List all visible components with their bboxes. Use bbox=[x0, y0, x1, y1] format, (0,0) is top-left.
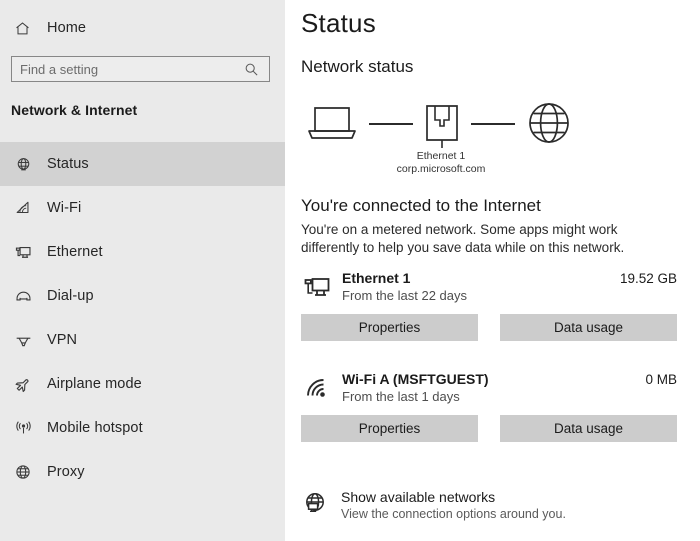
sidebar-item-airplane-mode[interactable]: Airplane mode bbox=[0, 362, 285, 406]
globe-icon bbox=[530, 104, 568, 142]
proxy-globe-icon bbox=[12, 461, 34, 483]
adapter-name: Ethernet 1 bbox=[342, 270, 620, 287]
ethernet-monitor-icon bbox=[301, 272, 333, 304]
laptop-icon bbox=[309, 108, 355, 138]
sidebar-item-wifi-label: Wi-Fi bbox=[47, 200, 81, 216]
sidebar-item-ethernet[interactable]: Ethernet bbox=[0, 230, 285, 274]
sidebar-item-home[interactable]: Home bbox=[0, 12, 285, 44]
ethernet-icon bbox=[12, 241, 34, 263]
adapter-text: Wi-Fi A (MSFTGUEST) From the last 1 days bbox=[342, 371, 645, 405]
properties-button[interactable]: Properties bbox=[301, 314, 478, 341]
network-status-heading: Network status bbox=[301, 57, 413, 77]
sidebar-item-vpn[interactable]: VPN bbox=[0, 318, 285, 362]
diagram-caption: Ethernet 1 corp.microsoft.com bbox=[301, 150, 581, 176]
page-title: Status bbox=[301, 8, 376, 39]
status-globe-icon bbox=[12, 153, 34, 175]
properties-button[interactable]: Properties bbox=[301, 415, 478, 442]
connection-heading: You're connected to the Internet bbox=[301, 196, 541, 216]
adapter-subtitle: From the last 22 days bbox=[342, 287, 620, 304]
network-diagram: Ethernet 1 corp.microsoft.com bbox=[301, 100, 581, 180]
sidebar-item-wifi[interactable]: Wi-Fi bbox=[0, 186, 285, 230]
connection-description: You're on a metered network. Some apps m… bbox=[301, 221, 671, 256]
show-networks-subtitle: View the connection options around you. bbox=[341, 506, 566, 523]
sidebar-item-proxy[interactable]: Proxy bbox=[0, 450, 285, 494]
sidebar-nav: Status Wi-Fi bbox=[0, 142, 285, 494]
data-usage-button[interactable]: Data usage bbox=[500, 314, 677, 341]
search-box[interactable] bbox=[11, 56, 270, 82]
search-icon[interactable] bbox=[239, 62, 269, 77]
sidebar-section-title: Network & Internet bbox=[11, 102, 137, 118]
show-networks-text: Show available networks View the connect… bbox=[341, 488, 566, 523]
adapter-usage-value: 0 MB bbox=[645, 371, 677, 387]
sidebar-item-dialup[interactable]: Dial-up bbox=[0, 274, 285, 318]
search-input[interactable] bbox=[12, 57, 239, 81]
sidebar-item-home-label: Home bbox=[47, 20, 86, 36]
adapter-header: Wi-Fi A (MSFTGUEST) From the last 1 days… bbox=[301, 371, 677, 411]
network-globe-icon bbox=[301, 489, 329, 517]
vpn-icon bbox=[12, 329, 34, 351]
adapter-subtitle: From the last 1 days bbox=[342, 388, 645, 405]
sidebar-item-status[interactable]: Status bbox=[0, 142, 285, 186]
diagram-domain: corp.microsoft.com bbox=[301, 163, 581, 176]
ethernet-port-icon bbox=[427, 106, 457, 148]
adapter-button-row: Properties Data usage bbox=[301, 314, 677, 341]
wifi-icon bbox=[12, 197, 34, 219]
sidebar-item-vpn-label: VPN bbox=[47, 332, 77, 348]
data-usage-button[interactable]: Data usage bbox=[500, 415, 677, 442]
adapter-text: Ethernet 1 From the last 22 days bbox=[342, 270, 620, 304]
adapter-header: Ethernet 1 From the last 22 days 19.52 G… bbox=[301, 270, 677, 310]
adapter-block-wifi: Wi-Fi A (MSFTGUEST) From the last 1 days… bbox=[301, 371, 677, 442]
adapter-usage-value: 19.52 GB bbox=[620, 270, 677, 286]
show-available-networks-link[interactable]: Show available networks View the connect… bbox=[301, 488, 681, 523]
main-content: Status Network status bbox=[285, 0, 700, 541]
hotspot-icon bbox=[12, 417, 34, 439]
sidebar-item-mobile-hotspot[interactable]: Mobile hotspot bbox=[0, 406, 285, 450]
sidebar-item-airplane-mode-label: Airplane mode bbox=[47, 376, 142, 392]
show-networks-title: Show available networks bbox=[341, 488, 566, 506]
sidebar-item-dialup-label: Dial-up bbox=[47, 288, 94, 304]
adapter-button-row: Properties Data usage bbox=[301, 415, 677, 442]
adapter-block-ethernet: Ethernet 1 From the last 22 days 19.52 G… bbox=[301, 270, 677, 341]
wifi-signal-icon bbox=[301, 373, 333, 405]
settings-window: Home Network & Internet bbox=[0, 0, 700, 541]
home-icon bbox=[12, 18, 32, 38]
sidebar-item-proxy-label: Proxy bbox=[47, 464, 85, 480]
sidebar-item-mobile-hotspot-label: Mobile hotspot bbox=[47, 420, 143, 436]
sidebar: Home Network & Internet bbox=[0, 0, 285, 541]
dialup-phone-icon bbox=[12, 285, 34, 307]
adapter-name: Wi-Fi A (MSFTGUEST) bbox=[342, 371, 645, 388]
sidebar-item-ethernet-label: Ethernet bbox=[47, 244, 103, 260]
sidebar-item-status-label: Status bbox=[47, 156, 89, 172]
airplane-icon bbox=[12, 373, 34, 395]
diagram-adapter-name: Ethernet 1 bbox=[301, 150, 581, 163]
